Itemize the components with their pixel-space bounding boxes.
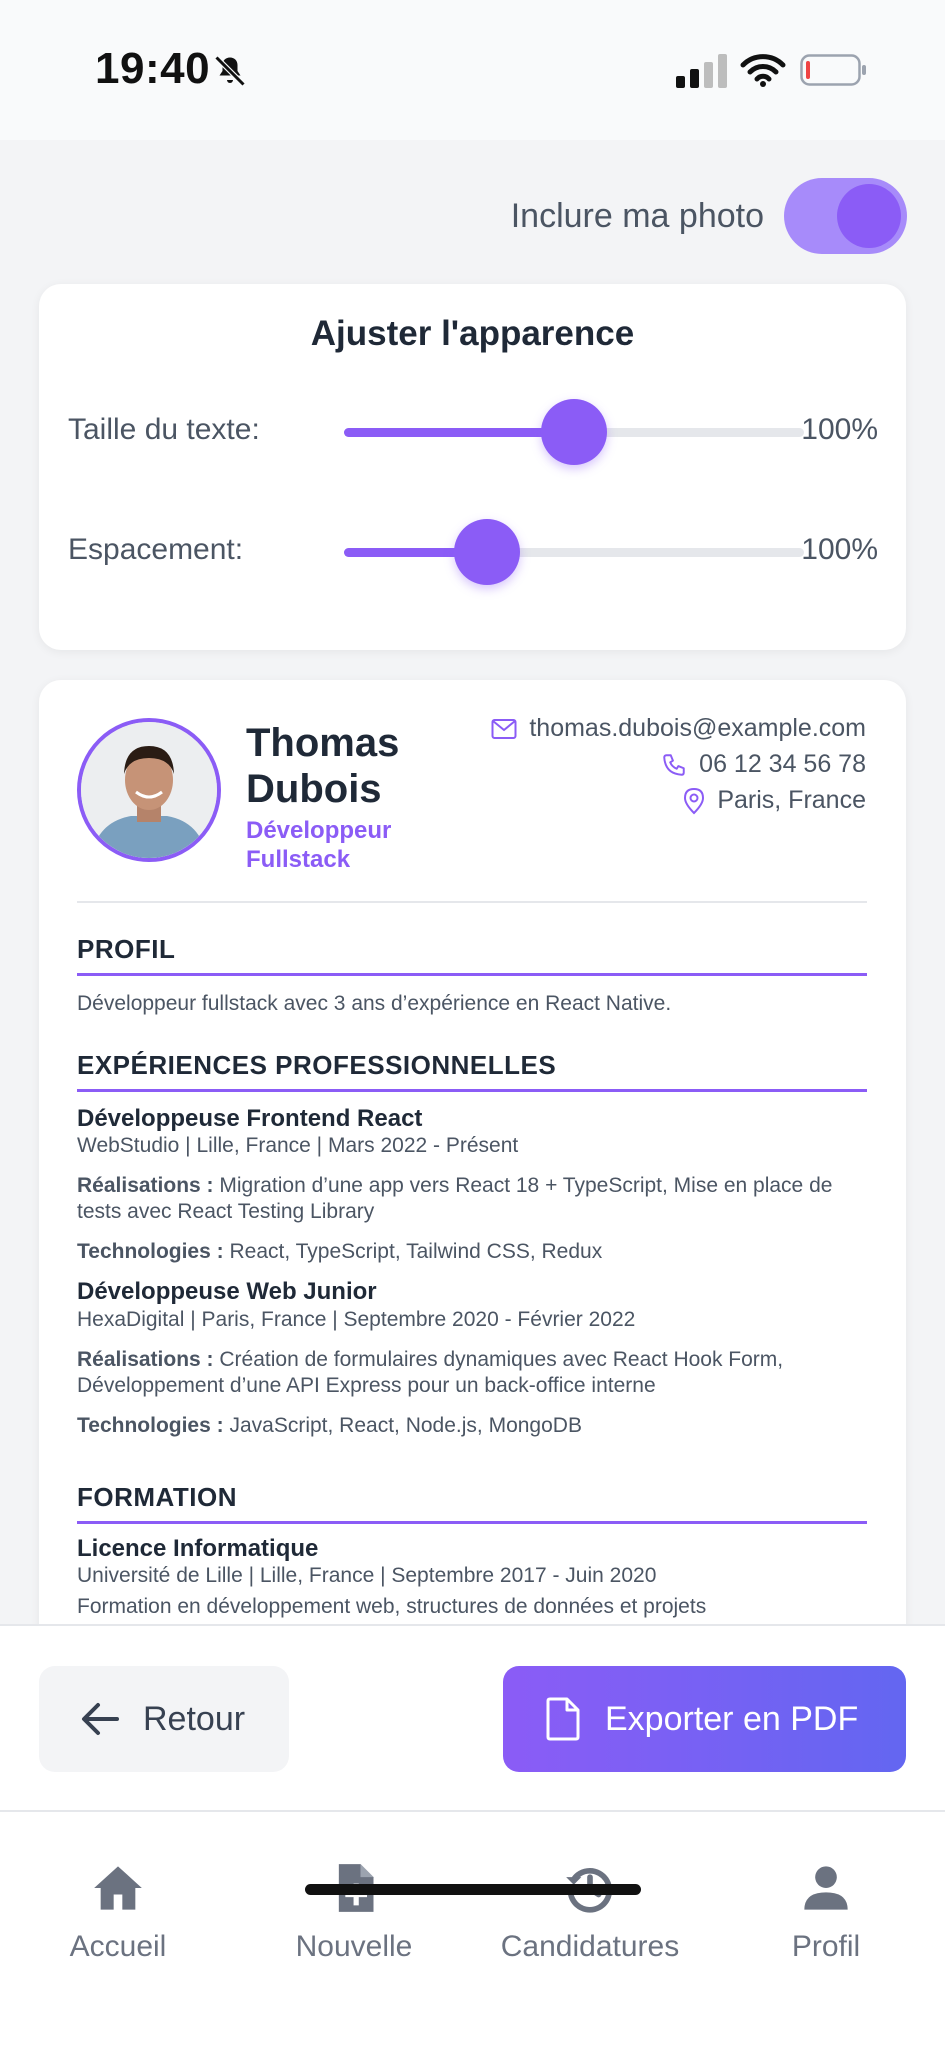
tab-label: Nouvelle: [295, 1930, 413, 1963]
achievements-label: Réalisations :: [77, 1174, 214, 1197]
spacing-label: Espacement:: [68, 533, 244, 566]
contact-phone: 06 12 34 56 78: [661, 750, 866, 779]
tab-profil[interactable]: Profil: [708, 1862, 944, 1964]
education-meta: Université de Lille | Lille, France | Se…: [77, 1564, 657, 1587]
cv-role: Développeur Fullstack: [246, 817, 392, 873]
signal-icon: [676, 54, 727, 88]
section-education-title: FORMATION: [77, 1482, 867, 1524]
appearance-title: Ajuster l'apparence: [310, 314, 635, 353]
bell-off-icon: [214, 55, 246, 87]
contact-email: thomas.dubois@example.com: [491, 714, 866, 743]
job-title: Développeuse Frontend React: [77, 1105, 423, 1132]
achievements-label: Réalisations :: [77, 1348, 214, 1371]
job-achievements: Réalisations : Migration d’une app vers …: [77, 1173, 877, 1225]
technologies-text: JavaScript, React, Node.js, MongoDB: [229, 1414, 582, 1437]
user-icon: [804, 1866, 848, 1910]
mail-icon: [491, 718, 517, 739]
action-bar: Retour Exporter en PDF: [0, 1624, 945, 1810]
header-divider: [77, 901, 867, 903]
export-pdf-button[interactable]: Exporter en PDF: [503, 1666, 906, 1772]
status-time: 19:40: [95, 44, 211, 93]
contact-location: Paris, France: [683, 786, 866, 815]
section-profile-title: PROFIL: [77, 934, 867, 976]
section-experience-title: EXPÉRIENCES PROFESSIONNELLES: [77, 1050, 867, 1092]
slider-fill: [344, 428, 574, 437]
job-meta: WebStudio | Lille, France | Mars 2022 - …: [77, 1134, 519, 1157]
tab-label: Candidatures: [500, 1930, 680, 1963]
profile-text: Développeur fullstack avec 3 ans d’expér…: [77, 992, 672, 1015]
photo-toggle[interactable]: [784, 178, 907, 254]
text-size-value: 100%: [801, 413, 878, 446]
home-indicator: [305, 1884, 641, 1895]
home-icon: [94, 1866, 142, 1910]
spacing-row: Espacement: 100%: [68, 517, 878, 587]
job-meta: HexaDigital | Paris, France | Septembre …: [77, 1308, 636, 1331]
back-button-label: Retour: [143, 1699, 246, 1738]
slider-thumb[interactable]: [453, 519, 520, 585]
appearance-card: Ajuster l'apparence Taille du texte: 100…: [39, 284, 906, 650]
text-size-row: Taille du texte: 100%: [68, 397, 878, 467]
cv-name: Thomas Dubois: [246, 721, 400, 811]
text-size-label: Taille du texte:: [68, 413, 260, 446]
contact-phone-text: 06 12 34 56 78: [699, 750, 866, 778]
avatar: [77, 718, 221, 862]
arrow-left-icon: [82, 1703, 119, 1735]
slider-thumb[interactable]: [541, 399, 607, 465]
job-title: Développeuse Web Junior: [77, 1278, 377, 1305]
phone-icon: [663, 753, 685, 776]
battery-icon: [800, 54, 866, 86]
technologies-label: Technologies :: [77, 1414, 224, 1437]
tab-label: Accueil: [69, 1930, 167, 1963]
document-icon: [546, 1697, 580, 1741]
wifi-icon: [740, 54, 786, 87]
tab-bar: Accueil Nouvelle Candidatures Profil: [0, 1810, 945, 2048]
education-title: Licence Informatique: [77, 1535, 319, 1562]
contact-email-text: thomas.dubois@example.com: [529, 714, 866, 742]
status-bar: 19:40: [0, 0, 945, 140]
toggle-knob: [837, 184, 901, 248]
technologies-label: Technologies :: [77, 1240, 224, 1263]
spacing-slider[interactable]: [344, 519, 804, 585]
export-pdf-label: Exporter en PDF: [605, 1699, 859, 1738]
education-description: Formation en développement web, structur…: [77, 1595, 707, 1618]
photo-toggle-row: Inclure ma photo: [511, 178, 907, 254]
back-button[interactable]: Retour: [39, 1666, 289, 1772]
job-technologies: Technologies : React, TypeScript, Tailwi…: [77, 1239, 877, 1265]
technologies-text: React, TypeScript, Tailwind CSS, Redux: [229, 1240, 603, 1263]
text-size-slider[interactable]: [344, 399, 804, 465]
spacing-value: 100%: [801, 533, 878, 566]
tab-candidatures[interactable]: Candidatures: [472, 1862, 708, 1964]
job-technologies: Technologies : JavaScript, React, Node.j…: [77, 1413, 877, 1439]
photo-toggle-label: Inclure ma photo: [510, 196, 764, 235]
tab-label: Profil: [791, 1930, 861, 1963]
location-pin-icon: [684, 787, 705, 814]
tab-nouvelle[interactable]: Nouvelle: [236, 1862, 472, 1964]
job-achievements: Réalisations : Création de formulaires d…: [77, 1347, 877, 1399]
avatar-photo: [81, 722, 217, 858]
contact-location-text: Paris, France: [717, 786, 866, 814]
cv-preview: Thomas Dubois Développeur Fullstack thom…: [39, 680, 906, 1680]
tab-accueil[interactable]: Accueil: [0, 1862, 236, 1964]
